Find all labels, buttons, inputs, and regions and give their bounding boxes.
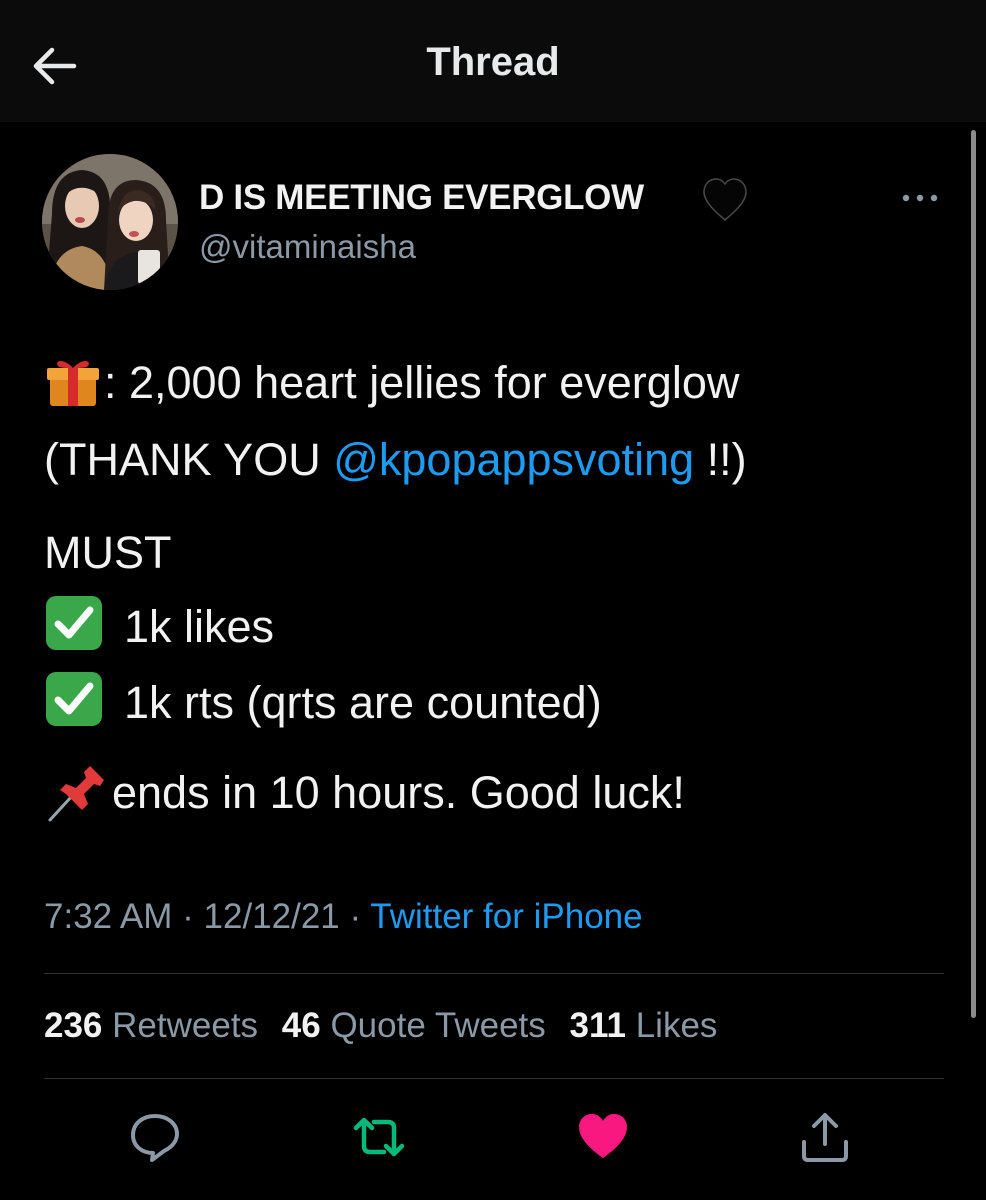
display-name[interactable]: D IS MEETING EVERGLOW [199, 178, 644, 218]
retweets-count: 236 [44, 1006, 103, 1045]
quote-tweets-label: Quote Tweets [330, 1006, 546, 1045]
like-icon [579, 1114, 627, 1158]
tweet-text-line-must: MUST [44, 527, 172, 578]
pushpin-icon [48, 766, 104, 822]
retweets-label: Retweets [112, 1006, 259, 1045]
tweet-text-line: : 2,000 heart jellies for everglow [104, 357, 740, 408]
tweet-stats: 236 Retweets 46 Quote Tweets 311 Likes [44, 1006, 731, 1046]
quote-tweets-count: 46 [281, 1006, 321, 1045]
gift-icon [47, 361, 99, 406]
tweet-text-segment: (THANK YOU [44, 434, 334, 485]
tweet-text-line-likes: 1k likes [124, 601, 275, 652]
tweet-text-line-ends: ends in 10 hours. Good luck! [112, 767, 685, 818]
share-button[interactable] [798, 1110, 852, 1164]
likes-label: Likes [635, 1006, 718, 1045]
page-title: Thread [426, 40, 560, 84]
tweet-text-segment: !!) [694, 434, 747, 485]
more-dots-icon [902, 194, 938, 202]
tweet-date[interactable]: 12/12/21 [204, 897, 340, 936]
scrollbar[interactable] [971, 130, 976, 1018]
avatar[interactable] [42, 154, 178, 290]
check-mark-button-icon [46, 596, 102, 650]
mention-link[interactable]: @kpopappsvoting [333, 434, 694, 485]
reply-button[interactable] [128, 1110, 182, 1164]
tweet-time[interactable]: 7:32 AM [44, 897, 172, 936]
likes-count: 311 [569, 1006, 626, 1045]
divider [44, 1078, 944, 1079]
more-options-button[interactable] [898, 186, 942, 210]
retweets-stat[interactable]: 236 Retweets [44, 1006, 258, 1045]
share-icon [802, 1113, 848, 1162]
reply-icon [131, 1114, 179, 1162]
tweet-text-line-rts: 1k rts (qrts are counted) [124, 677, 602, 728]
tweet-source-link[interactable]: Twitter for iPhone [370, 897, 642, 936]
retweet-icon [353, 1117, 405, 1157]
black-heart-icon [703, 178, 747, 222]
top-bar: Thread [0, 0, 986, 122]
quote-tweets-stat[interactable]: 46 Quote Tweets [282, 1006, 546, 1045]
tweet-meta: 7:32 AM · 12/12/21 · Twitter for iPhone [44, 897, 643, 937]
user-handle[interactable]: @vitaminaisha [199, 228, 416, 266]
avatar-image [42, 154, 178, 290]
likes-stat[interactable]: 311 Likes [570, 1006, 718, 1045]
meta-separator: · [339, 897, 371, 936]
like-button[interactable] [576, 1110, 630, 1164]
retweet-button[interactable] [352, 1110, 406, 1164]
tweet-text-line-thanks: (THANK YOU @kpopappsvoting !!) [44, 437, 747, 482]
meta-separator: · [172, 897, 204, 936]
divider [44, 973, 944, 974]
check-mark-button-icon [46, 672, 102, 726]
